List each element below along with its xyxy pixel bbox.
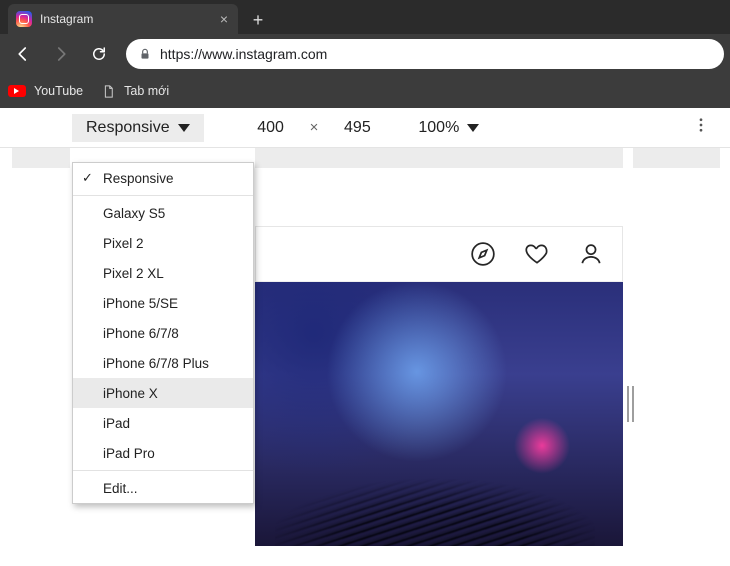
bookmark-label: Tab mới: [124, 84, 169, 98]
device-option-pixel-2[interactable]: Pixel 2: [73, 228, 253, 258]
device-option-edit[interactable]: Edit...: [73, 473, 253, 503]
resize-handle[interactable]: [627, 386, 637, 422]
lock-icon: [138, 47, 152, 61]
profile-button[interactable]: [578, 241, 604, 267]
back-button[interactable]: [6, 39, 40, 69]
device-option-ipad[interactable]: iPad: [73, 408, 253, 438]
bookmark-label: YouTube: [34, 84, 83, 98]
device-option-iphone-678-plus[interactable]: iPhone 6/7/8 Plus: [73, 348, 253, 378]
height-input[interactable]: [326, 115, 388, 141]
caret-down-icon: [178, 124, 190, 132]
device-option-iphone-5-se[interactable]: iPhone 5/SE: [73, 288, 253, 318]
zoom-label: 100%: [418, 119, 459, 137]
dimensions: ×: [240, 115, 389, 141]
compass-icon: [470, 241, 496, 267]
menu-separator: [73, 470, 253, 471]
heart-icon: [524, 241, 550, 267]
browser-chrome: Instagram × + https://www.instagram.com …: [0, 0, 730, 108]
bookmarks-bar: YouTube Tab mới: [0, 74, 730, 108]
new-tab-button[interactable]: +: [244, 6, 272, 34]
instagram-favicon-icon: [16, 11, 32, 27]
zoom-select[interactable]: 100%: [418, 119, 479, 137]
youtube-icon: [8, 85, 26, 97]
device-toolbar: Responsive × 100%: [0, 108, 730, 148]
reload-button[interactable]: [82, 39, 116, 69]
user-icon: [578, 241, 604, 267]
explore-button[interactable]: [470, 241, 496, 267]
device-select[interactable]: Responsive: [72, 114, 204, 142]
menu-separator: [73, 195, 253, 196]
address-bar[interactable]: https://www.instagram.com: [126, 39, 724, 69]
page-icon: [101, 84, 116, 99]
width-input[interactable]: [240, 115, 302, 141]
emulated-viewport: [255, 226, 623, 546]
device-option-ipad-pro[interactable]: iPad Pro: [73, 438, 253, 468]
dimension-separator: ×: [310, 119, 319, 136]
arrow-left-icon: [14, 45, 32, 63]
device-option-responsive[interactable]: Responsive: [73, 163, 253, 193]
plus-icon: +: [253, 10, 264, 31]
device-option-pixel-2-xl[interactable]: Pixel 2 XL: [73, 258, 253, 288]
browser-tab[interactable]: Instagram ×: [8, 4, 238, 34]
device-select-label: Responsive: [86, 119, 170, 137]
device-option-galaxy-s5[interactable]: Galaxy S5: [73, 198, 253, 228]
reload-icon: [90, 45, 108, 63]
tab-strip: Instagram × +: [0, 0, 730, 34]
tab-title: Instagram: [40, 12, 93, 26]
instagram-header: [255, 226, 623, 282]
forward-button[interactable]: [44, 39, 78, 69]
bookmark-new-tab[interactable]: Tab mới: [101, 84, 169, 99]
arrow-right-icon: [52, 45, 70, 63]
browser-toolbar: https://www.instagram.com: [0, 34, 730, 74]
close-tab-icon[interactable]: ×: [220, 11, 228, 27]
activity-button[interactable]: [524, 241, 550, 267]
caret-down-icon: [467, 124, 479, 132]
device-option-iphone-678[interactable]: iPhone 6/7/8: [73, 318, 253, 348]
device-dropdown: Responsive Galaxy S5 Pixel 2 Pixel 2 XL …: [72, 162, 254, 504]
post-image: [255, 282, 623, 546]
kebab-icon: [692, 116, 710, 134]
url-text: https://www.instagram.com: [160, 46, 327, 62]
bookmark-youtube[interactable]: YouTube: [8, 84, 83, 98]
device-option-iphone-x[interactable]: iPhone X: [73, 378, 253, 408]
more-options-button[interactable]: [692, 116, 710, 139]
